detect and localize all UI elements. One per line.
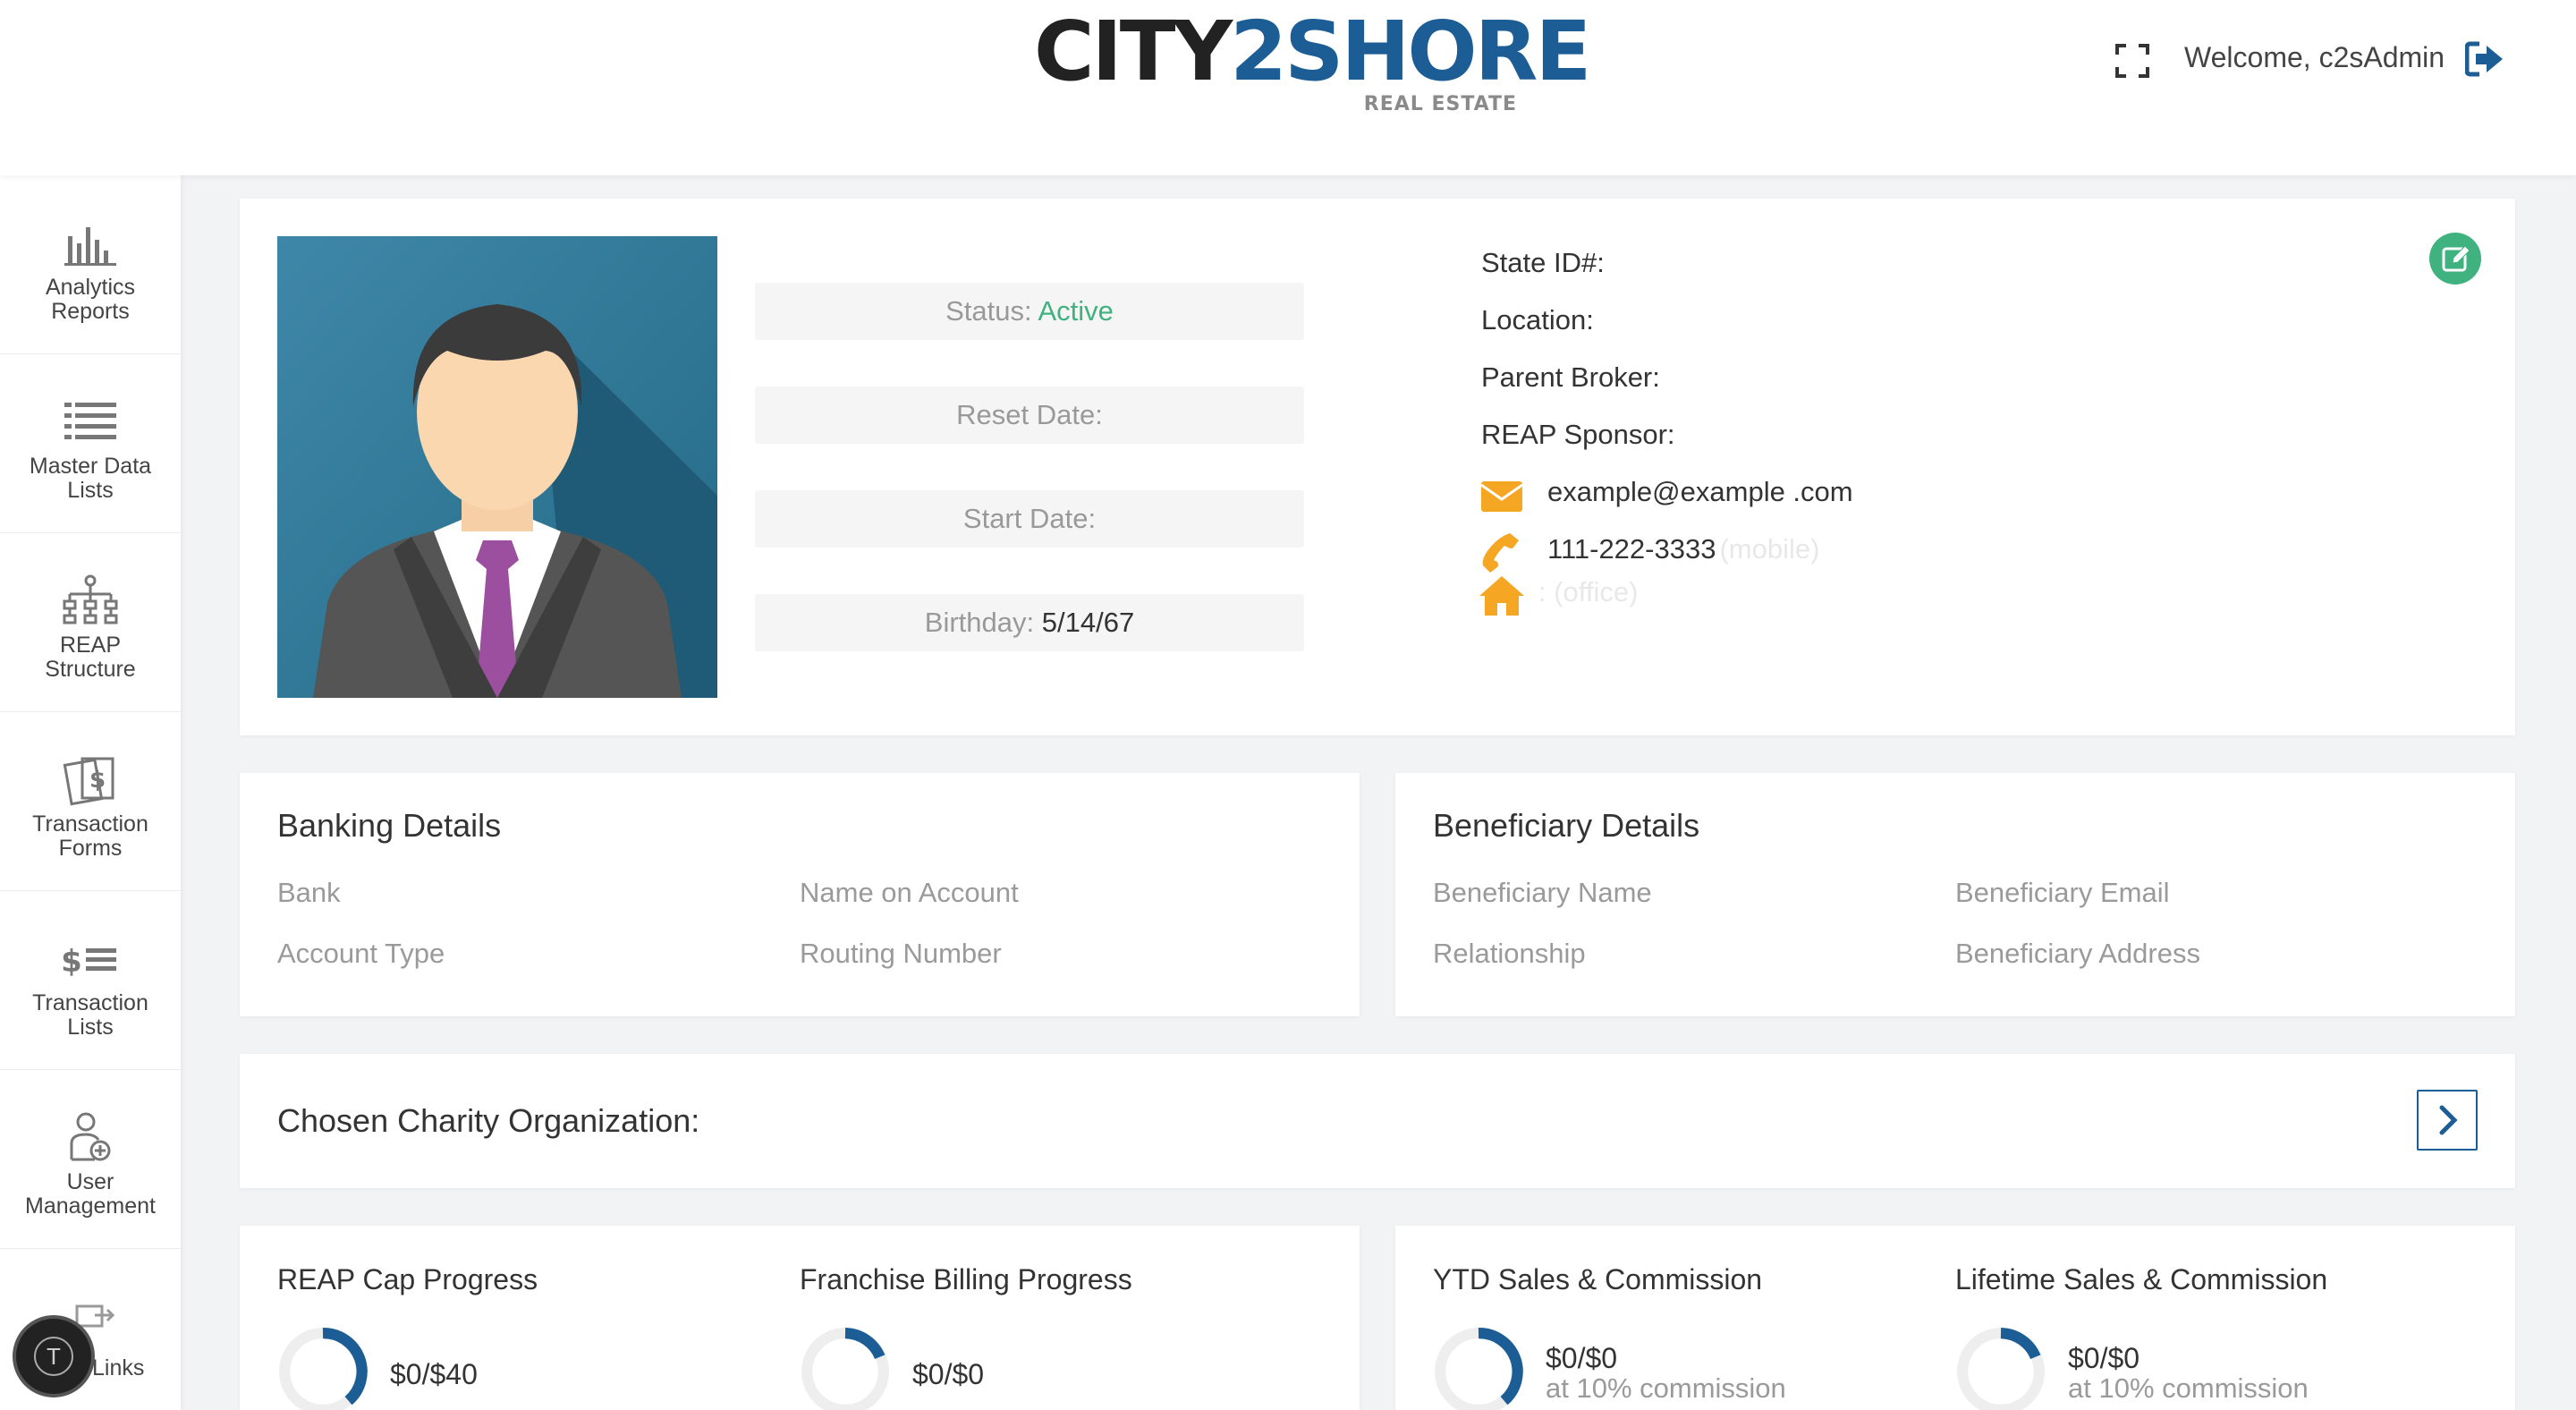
progress-card-right: YTD Sales & Commission $0/$0 at 10% comm… — [1395, 1226, 2515, 1410]
bank-label: Bank — [277, 877, 341, 908]
sidebar-item-analytics-reports[interactable]: Analytics Reports — [0, 175, 181, 354]
franchise-billing-value: $0/$0 — [912, 1358, 985, 1390]
sidebar-label: Transaction Lists — [32, 990, 148, 1040]
sidebar-label: REAP Structure — [45, 633, 136, 682]
ytd-sales-value: $0/$0 — [1546, 1342, 1618, 1374]
money-forms-icon: $ — [59, 753, 122, 807]
sidebar-item-master-data-lists[interactable]: Master Data Lists — [0, 354, 181, 533]
reap-sponsor-label: REAP Sponsor: — [1481, 419, 1675, 450]
phone-text[interactable]: 111-222-3333 (mobile) — [1547, 533, 1819, 565]
progress-card-left: REAP Cap Progress $0/$40 Franchise Billi… — [240, 1226, 1360, 1410]
beneficiary-name-label: Beneficiary Name — [1433, 877, 1652, 908]
ytd-commission-rate: at 10% commission — [1546, 1372, 1786, 1404]
reap-cap-value: $0/$40 — [390, 1358, 478, 1390]
parent-broker-label: Parent Broker: — [1481, 361, 1660, 393]
franchise-billing-progress-title: Franchise Billing Progress — [800, 1263, 1132, 1295]
chevron-right-icon — [2439, 1105, 2458, 1135]
sidebar-item-user-management[interactable]: User Management — [0, 1070, 181, 1249]
svg-text:$: $ — [61, 944, 82, 980]
birthday-value: 5/14/67 — [1041, 607, 1135, 638]
phone-icon — [1479, 531, 1524, 573]
logout-icon[interactable] — [2464, 41, 2504, 77]
ytd-sales-title: YTD Sales & Commission — [1433, 1263, 1763, 1295]
sidebar-item-transaction-forms[interactable]: $ Transaction Forms — [0, 712, 181, 891]
logo-tagline: REAL ESTATE — [1363, 93, 1517, 115]
banking-details-card: Banking Details Bank Name on Account Acc… — [240, 773, 1360, 1016]
edit-icon — [2442, 245, 2470, 272]
beneficiary-email-label: Beneficiary Email — [1955, 877, 2170, 908]
sidebar-label: Analytics Reports — [45, 275, 136, 324]
reap-cap-donut — [279, 1328, 368, 1410]
logo-wordmark: CITY2SHORE — [1034, 4, 1591, 99]
welcome-message: Welcome, c2sAdmin — [2184, 41, 2445, 73]
lifetime-sales-value: $0/$0 — [2068, 1342, 2140, 1374]
phone-type-label: (mobile) — [1719, 533, 1820, 565]
dollar-list-icon: $ — [59, 932, 122, 986]
home-icon — [1479, 574, 1524, 616]
sidebar-item-reap-structure[interactable]: REAP Structure — [0, 533, 181, 712]
name-on-account-label: Name on Account — [800, 877, 1019, 908]
sidebar-label: User Management — [25, 1169, 156, 1219]
user-avatar-button[interactable]: T — [13, 1315, 95, 1397]
charity-label: Chosen Charity Organization: — [277, 1102, 700, 1139]
profile-card: Status: Active Reset Date: Start Date: B… — [240, 199, 2515, 735]
sidebar-item-transaction-lists[interactable]: $ Transaction Lists — [0, 891, 181, 1070]
state-id-label: State ID#: — [1481, 247, 1605, 278]
email-text[interactable]: example@example .com — [1547, 476, 1853, 508]
fullscreen-icon[interactable] — [2114, 43, 2150, 79]
birthday-field: Birthday: 5/14/67 — [755, 594, 1304, 651]
sidebar-label: Master Data Lists — [29, 454, 152, 503]
reap-cap-progress-title: REAP Cap Progress — [277, 1263, 538, 1295]
edit-profile-button[interactable] — [2429, 233, 2481, 285]
profile-photo — [277, 236, 717, 698]
franchise-billing-donut — [801, 1328, 889, 1410]
top-header: CITY2SHORE REAL ESTATE Welcome, c2sAdmin — [0, 0, 2576, 175]
location-label: Location: — [1481, 304, 1594, 336]
ytd-sales-donut — [1435, 1328, 1523, 1410]
sidebar-label: Transaction Forms — [32, 811, 148, 861]
banking-details-title: Banking Details — [277, 807, 502, 844]
user-initial: T — [34, 1337, 73, 1376]
lifetime-sales-title: Lifetime Sales & Commission — [1955, 1263, 2328, 1295]
status-field: Status: Active — [755, 283, 1304, 340]
lifetime-commission-rate: at 10% commission — [2068, 1372, 2309, 1404]
envelope-icon — [1479, 478, 1524, 519]
city2shore-logo[interactable]: CITY2SHORE REAL ESTATE — [1034, 4, 1591, 116]
beneficiary-address-label: Beneficiary Address — [1955, 938, 2200, 969]
relationship-label: Relationship — [1433, 938, 1586, 969]
account-type-label: Account Type — [277, 938, 445, 969]
beneficiary-details-title: Beneficiary Details — [1433, 807, 1700, 844]
bar-chart-icon — [59, 217, 122, 270]
start-date-field: Start Date: — [755, 490, 1304, 548]
user-add-icon — [59, 1111, 122, 1165]
reset-date-field: Reset Date: — [755, 386, 1304, 444]
status-value: Active — [1038, 295, 1114, 327]
office-phone-text: : (office) — [1538, 576, 1639, 607]
hierarchy-icon — [59, 574, 122, 628]
routing-number-label: Routing Number — [800, 938, 1002, 969]
sidebar: Analytics Reports Master Data Lists REAP… — [0, 175, 181, 1410]
lifetime-sales-donut — [1957, 1328, 2045, 1410]
charity-card: Chosen Charity Organization: — [240, 1054, 2515, 1188]
svg-text:$: $ — [89, 767, 106, 794]
list-icon — [59, 395, 122, 449]
charity-expand-button[interactable] — [2417, 1090, 2478, 1151]
beneficiary-details-card: Beneficiary Details Beneficiary Name Ben… — [1395, 773, 2515, 1016]
